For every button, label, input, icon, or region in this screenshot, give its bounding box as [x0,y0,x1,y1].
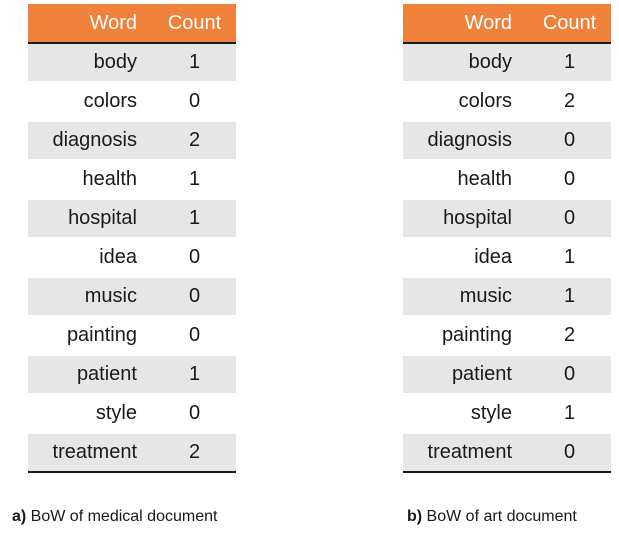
caption-label: a) [12,508,27,525]
table-row: hospital 1 [28,198,236,238]
table-header-row: Word Count [28,4,236,44]
table-row: body 1 [28,42,236,82]
table-body: body 1 colors 2 diagnosis 0 health 0 hospital 0 id… [403,42,611,473]
count-cell: 2 [528,315,611,355]
count-cell: 2 [153,120,236,160]
art-bow-table: Word Count body 1 colors 2 diagnosis 0 health 0… [403,4,611,473]
table-row: music 0 [28,276,236,316]
table-row: health 0 [403,159,611,199]
table-header-row: Word Count [403,4,611,44]
word-cell: treatment [403,432,528,473]
count-cell: 1 [153,198,236,238]
count-cell: 0 [528,159,611,199]
table-row: colors 2 [403,81,611,121]
word-cell: music [28,276,153,316]
caption-text: BoW of medical document [26,508,218,525]
word-cell: patient [403,354,528,394]
table-body: body 1 colors 0 diagnosis 2 health 1 hospital 1 id… [28,42,236,473]
word-cell: painting [28,315,153,355]
table-row: treatment 0 [403,432,611,473]
count-cell: 1 [528,237,611,277]
word-cell: idea [28,237,153,277]
word-cell: painting [403,315,528,355]
word-cell: body [403,42,528,82]
word-cell: body [28,42,153,82]
medical-bow-table: Word Count body 1 colors 0 diagnosis 2 health 1… [28,4,236,473]
art-bow-panel: Word Count body 1 colors 2 diagnosis 0 health 0… [403,4,611,473]
word-cell: health [403,159,528,199]
table-row: music 1 [403,276,611,316]
word-cell: hospital [403,198,528,238]
word-cell: treatment [28,432,153,473]
table-row: idea 0 [28,237,236,277]
word-cell: diagnosis [28,120,153,160]
table-row: treatment 2 [28,432,236,473]
word-cell: idea [403,237,528,277]
count-cell: 1 [153,354,236,394]
count-cell: 0 [153,315,236,355]
count-cell: 0 [153,81,236,121]
table-row: patient 0 [403,354,611,394]
table-row: diagnosis 2 [28,120,236,160]
word-cell: hospital [28,198,153,238]
count-column-header: Count [153,4,236,44]
table-row: style 0 [28,393,236,433]
count-cell: 2 [528,81,611,121]
count-cell: 1 [153,159,236,199]
caption-art: b) BoW of art document [407,508,577,526]
count-cell: 0 [528,432,611,473]
count-cell: 0 [528,198,611,238]
table-row: painting 2 [403,315,611,355]
word-cell: colors [403,81,528,121]
word-cell: style [28,393,153,433]
word-column-header: Word [28,4,153,44]
table-row: diagnosis 0 [403,120,611,160]
table-row: style 1 [403,393,611,433]
word-cell: colors [28,81,153,121]
count-cell: 2 [153,432,236,473]
table-row: idea 1 [403,237,611,277]
table-row: colors 0 [28,81,236,121]
count-cell: 1 [528,276,611,316]
caption-medical: a) BoW of medical document [12,508,217,526]
count-column-header: Count [528,4,611,44]
table-row: painting 0 [28,315,236,355]
caption-text: BoW of art document [422,508,577,525]
count-cell: 0 [528,354,611,394]
word-cell: diagnosis [403,120,528,160]
count-cell: 1 [528,42,611,82]
count-cell: 0 [153,393,236,433]
count-cell: 0 [153,276,236,316]
word-cell: style [403,393,528,433]
table-row: patient 1 [28,354,236,394]
count-cell: 1 [528,393,611,433]
medical-bow-panel: Word Count body 1 colors 0 diagnosis 2 health 1… [28,4,236,473]
count-cell: 0 [153,237,236,277]
word-cell: patient [28,354,153,394]
count-cell: 0 [528,120,611,160]
count-cell: 1 [153,42,236,82]
table-row: health 1 [28,159,236,199]
word-cell: health [28,159,153,199]
word-column-header: Word [403,4,528,44]
table-row: hospital 0 [403,198,611,238]
word-cell: music [403,276,528,316]
table-row: body 1 [403,42,611,82]
caption-label: b) [407,508,423,525]
